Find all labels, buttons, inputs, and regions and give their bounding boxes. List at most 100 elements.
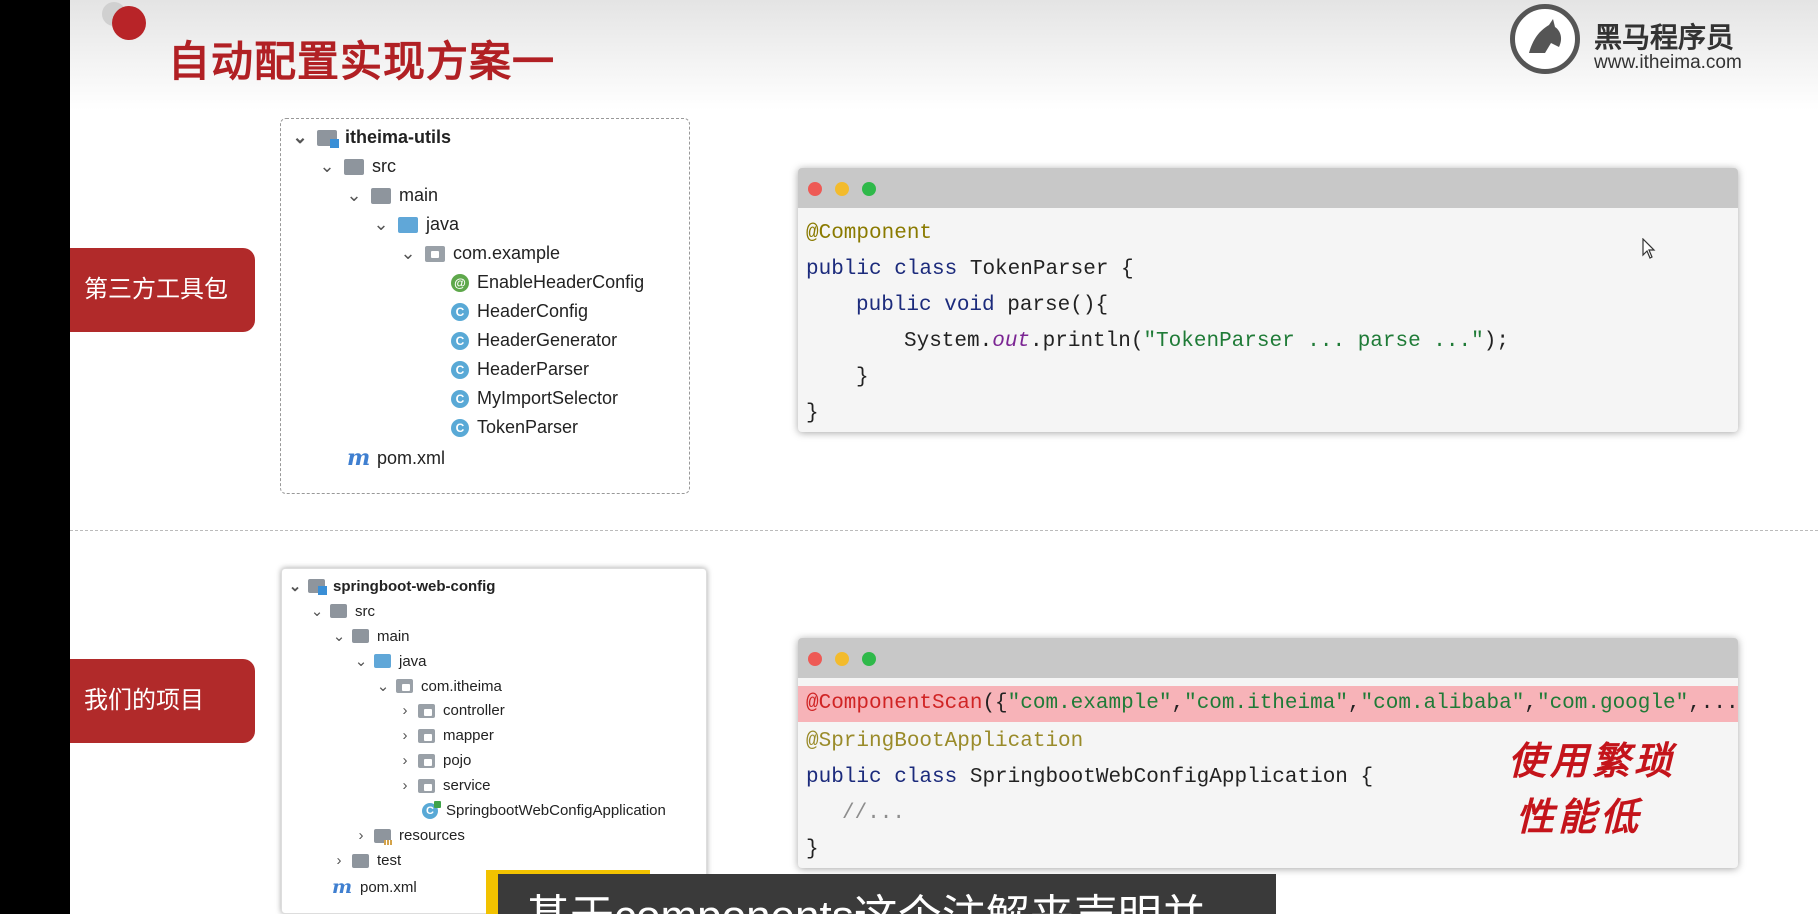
spring-boot-class-icon: C (422, 800, 441, 819)
code-text: .println( (1030, 330, 1144, 353)
chevron-right-icon[interactable]: › (396, 752, 414, 769)
tree-node-resources[interactable]: › resources (352, 827, 465, 845)
code-text: parse(){ (994, 294, 1109, 317)
minimize-dot-icon[interactable] (835, 182, 849, 196)
chevron-right-icon[interactable]: › (330, 852, 348, 869)
tree-node-pom[interactable]: m pom.xml (347, 445, 445, 471)
code-text: } (856, 366, 869, 389)
tree-node-root[interactable]: ⌄ itheima-utils (291, 127, 451, 148)
code-line-highlighted: @ComponentScan({"com.example","com.ithei… (798, 686, 1738, 722)
folder-icon (371, 187, 391, 204)
source-folder-icon (398, 216, 418, 233)
code-text: , (1171, 692, 1185, 715)
chevron-down-icon[interactable]: ⌄ (399, 243, 417, 264)
tree-node-test[interactable]: › test (330, 852, 402, 869)
code-text: ); (1483, 330, 1509, 353)
tree-label-class: TokenParser (477, 417, 579, 437)
code-string: "com.example" (1007, 692, 1172, 715)
tree-node-app-class[interactable]: C SpringbootWebConfigApplication (422, 800, 666, 819)
tree-node-package[interactable]: ⌄ com.example (399, 243, 560, 264)
code-string: "com.itheima" (1184, 692, 1348, 715)
module-folder-icon (317, 129, 339, 148)
code-annotation: @ComponentScan (806, 692, 983, 715)
tree-node-pom[interactable]: m pom.xml (332, 876, 417, 898)
project-tree-webconfig: ⌄ springboot-web-config ⌄ src ⌄ main ⌄ j… (281, 568, 707, 914)
tree-node-root[interactable]: ⌄ springboot-web-config (286, 577, 495, 595)
tree-node-class[interactable]: @ EnableHeaderConfig (451, 272, 644, 293)
tree-label-package: com.itheima (421, 677, 502, 695)
tree-label-root: itheima-utils (345, 127, 452, 147)
tree-node-class[interactable]: C HeaderConfig (451, 301, 588, 322)
maven-icon: m (347, 445, 371, 471)
tree-node-class[interactable]: C HeaderGenerator (451, 330, 617, 351)
tree-node-subpackage[interactable]: › mapper (396, 727, 494, 744)
tree-label-package: com.example (453, 243, 561, 263)
horse-logo-icon (1510, 4, 1580, 74)
tree-label-src: src (355, 602, 375, 620)
tree-node-main[interactable]: ⌄ main (330, 627, 410, 646)
tree-node-subpackage[interactable]: › service (396, 777, 491, 794)
code-line: //... (842, 802, 905, 825)
window-titlebar (798, 638, 1738, 678)
tree-label-main: main (399, 185, 439, 205)
code-string: "com.alibaba" (1360, 692, 1525, 715)
chevron-down-icon[interactable]: ⌄ (374, 677, 392, 695)
package-icon (396, 679, 413, 693)
chevron-down-icon[interactable]: ⌄ (308, 602, 326, 620)
project-tree-utils: ⌄ itheima-utils ⌄ src ⌄ main ⌄ java ⌄ co… (280, 118, 690, 494)
label-third-party: 第三方工具包 (70, 248, 255, 332)
logo-url: www.itheima.com (1594, 52, 1742, 73)
chevron-down-icon[interactable]: ⌄ (330, 627, 348, 645)
tree-label-test: test (377, 852, 402, 869)
tree-label-class: HeaderConfig (477, 301, 589, 321)
tree-node-subpackage[interactable]: › pojo (396, 752, 472, 769)
chevron-down-icon[interactable]: ⌄ (286, 577, 304, 595)
tree-label-pom: pom.xml (360, 878, 417, 896)
chevron-down-icon[interactable]: ⌄ (291, 127, 309, 148)
close-dot-icon[interactable] (808, 652, 822, 666)
chevron-right-icon[interactable]: › (396, 702, 414, 719)
chevron-down-icon[interactable]: ⌄ (318, 156, 336, 177)
tree-label-subpackage: controller (443, 702, 505, 719)
tree-node-java[interactable]: ⌄ java (372, 214, 459, 235)
tree-node-src[interactable]: ⌄ src (318, 156, 396, 177)
video-subtitle: 基于components这个注解来声明并 (498, 874, 1276, 914)
package-icon (425, 245, 445, 262)
tree-node-class[interactable]: C HeaderParser (451, 359, 589, 380)
chevron-right-icon[interactable]: › (396, 727, 414, 744)
chevron-right-icon[interactable]: › (352, 827, 370, 844)
tree-label-class: HeaderParser (477, 359, 590, 379)
handwritten-note-line2: 性能低 (1516, 794, 1643, 839)
class-icon: C (451, 360, 469, 379)
maximize-dot-icon[interactable] (862, 182, 876, 196)
chevron-down-icon[interactable]: ⌄ (345, 185, 363, 206)
window-titlebar (798, 168, 1738, 208)
tree-node-src[interactable]: ⌄ src (308, 602, 375, 621)
code-line: } (856, 366, 869, 389)
tree-node-class[interactable]: C MyImportSelector (451, 388, 618, 409)
tree-node-java[interactable]: ⌄ java (352, 652, 427, 671)
minimize-dot-icon[interactable] (835, 652, 849, 666)
code-line: @Component (806, 222, 932, 245)
tree-label-src: src (372, 156, 396, 176)
chevron-right-icon[interactable]: › (396, 777, 414, 794)
maximize-dot-icon[interactable] (862, 652, 876, 666)
code-window-tokenparser: @Component public class TokenParser { pu… (798, 168, 1738, 432)
package-icon (418, 728, 435, 743)
code-body: @Component public class TokenParser { pu… (798, 208, 1738, 432)
code-string: "TokenParser ... parse ..." (1143, 330, 1484, 353)
chevron-down-icon[interactable]: ⌄ (372, 214, 390, 235)
label-our-project: 我们的项目 (70, 659, 255, 743)
tree-node-main[interactable]: ⌄ main (345, 185, 438, 206)
tree-label-main: main (377, 627, 410, 645)
code-line: public class TokenParser { (806, 258, 1134, 281)
tree-node-class[interactable]: C TokenParser (451, 417, 578, 438)
package-icon (418, 703, 435, 718)
code-text: } (806, 402, 819, 425)
chevron-down-icon[interactable]: ⌄ (352, 652, 370, 670)
tree-node-package[interactable]: ⌄ com.itheima (374, 677, 502, 696)
close-dot-icon[interactable] (808, 182, 822, 196)
code-annotation: @Component (806, 222, 933, 245)
tree-node-subpackage[interactable]: › controller (396, 702, 505, 719)
subtitle-text: 基于components这个注解来声明并 (526, 880, 1206, 914)
